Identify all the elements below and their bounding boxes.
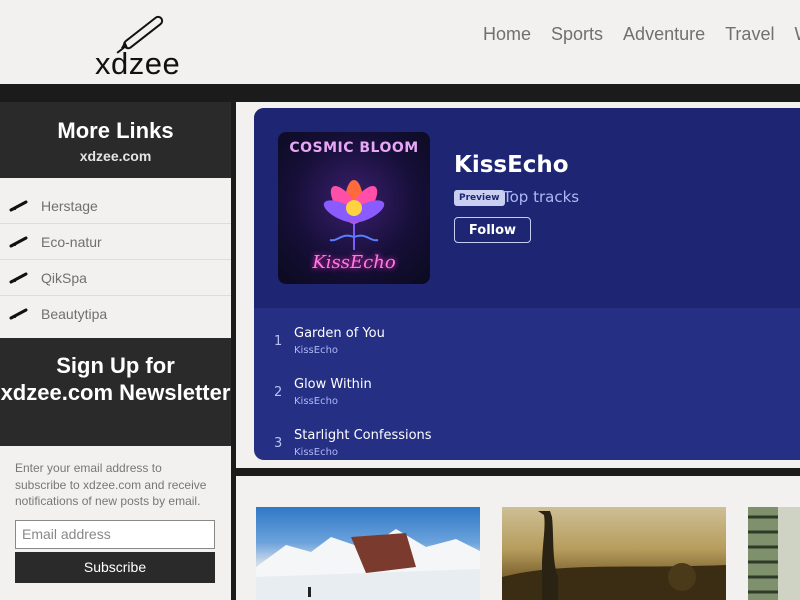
lotus-flower-icon: [323, 180, 385, 250]
sidebar-link-beautytipa[interactable]: Beautytipa: [0, 296, 231, 332]
more-links-list: Herstage Eco-natur QikSpa Beautytipa: [0, 178, 231, 332]
more-links-header: More Links xdzee.com: [0, 102, 231, 178]
track-artist[interactable]: KissEcho: [294, 345, 338, 356]
newsletter-form: Enter your email address to subscribe to…: [0, 446, 231, 583]
more-links-subtitle: xdzee.com: [79, 148, 152, 164]
preview-badge: Preview: [454, 190, 505, 206]
mountain-photo-icon: [256, 529, 480, 600]
site-header: xdzee Home Sports Adventure Travel W: [0, 0, 800, 84]
music-player-embed: COSMIC BLOOM KissEcho KissEcho Preview T…: [254, 108, 800, 460]
track-title[interactable]: Garden of You: [294, 326, 385, 341]
giraffe-sunset-thumbnail[interactable]: [502, 507, 726, 600]
site-logo-text[interactable]: xdzee: [95, 46, 180, 82]
sidebar-link-qikspa[interactable]: QikSpa: [0, 260, 231, 296]
building-photo-icon: [748, 507, 800, 600]
more-links-title: More Links: [57, 118, 174, 143]
email-input[interactable]: [15, 519, 215, 549]
track-artist[interactable]: KissEcho: [294, 447, 338, 458]
track-title[interactable]: Starlight Confessions: [294, 428, 432, 443]
artist-name[interactable]: KissEcho: [454, 152, 569, 178]
top-tracks-label: Top tracks: [503, 188, 580, 206]
cover-signature: KissEcho: [312, 252, 396, 273]
track-number: 2: [274, 385, 283, 400]
nav-sports[interactable]: Sports: [551, 24, 603, 45]
cover-title: COSMIC BLOOM: [289, 140, 419, 156]
newsletter-description: Enter your email address to subscribe to…: [15, 461, 207, 508]
xdzee-mini-logo-icon: [9, 236, 28, 247]
subscribe-button[interactable]: Subscribe: [15, 551, 215, 583]
track-number: 1: [274, 334, 283, 349]
sidebar: More Links xdzee.com Herstage Eco-natur …: [0, 102, 231, 600]
snowy-mountain-thumbnail[interactable]: [256, 507, 480, 600]
xdzee-mini-logo-icon: [9, 308, 28, 320]
nav-more[interactable]: W: [794, 24, 800, 45]
newsletter-header: Sign Up for xdzee.com Newsletter: [0, 338, 231, 446]
xdzee-mini-logo-icon: [9, 272, 28, 283]
track-row[interactable]: 1 Garden of You KissEcho: [254, 322, 800, 373]
track-number: 3: [274, 436, 283, 451]
sidebar-link-eco-natur[interactable]: Eco-natur: [0, 224, 231, 260]
album-cover[interactable]: COSMIC BLOOM KissEcho: [278, 132, 430, 284]
track-row[interactable]: 3 Starlight Confessions KissEcho: [254, 424, 800, 460]
main-nav: Home Sports Adventure Travel W: [483, 24, 800, 45]
sidebar-link-label[interactable]: QikSpa: [41, 270, 87, 286]
xdzee-mini-logo-icon: [9, 200, 28, 211]
nav-adventure[interactable]: Adventure: [623, 24, 705, 45]
track-row[interactable]: 2 Glow Within KissEcho: [254, 373, 800, 424]
nav-travel[interactable]: Travel: [725, 24, 774, 45]
newsletter-title: Sign Up for xdzee.com Newsletter: [0, 353, 231, 405]
track-title[interactable]: Glow Within: [294, 377, 372, 392]
sidebar-link-label[interactable]: Beautytipa: [41, 306, 107, 322]
nav-home[interactable]: Home: [483, 24, 531, 45]
vertical-garden-thumbnail[interactable]: [748, 507, 800, 600]
sidebar-link-label[interactable]: Eco-natur: [41, 234, 102, 250]
giraffe-photo-icon: [502, 511, 726, 600]
sidebar-link-herstage[interactable]: Herstage: [0, 188, 231, 224]
track-artist[interactable]: KissEcho: [294, 396, 338, 407]
track-list: 1 Garden of You KissEcho 2 Glow Within K…: [254, 322, 800, 460]
follow-button[interactable]: Follow: [454, 217, 531, 243]
sidebar-link-label[interactable]: Herstage: [41, 198, 98, 214]
